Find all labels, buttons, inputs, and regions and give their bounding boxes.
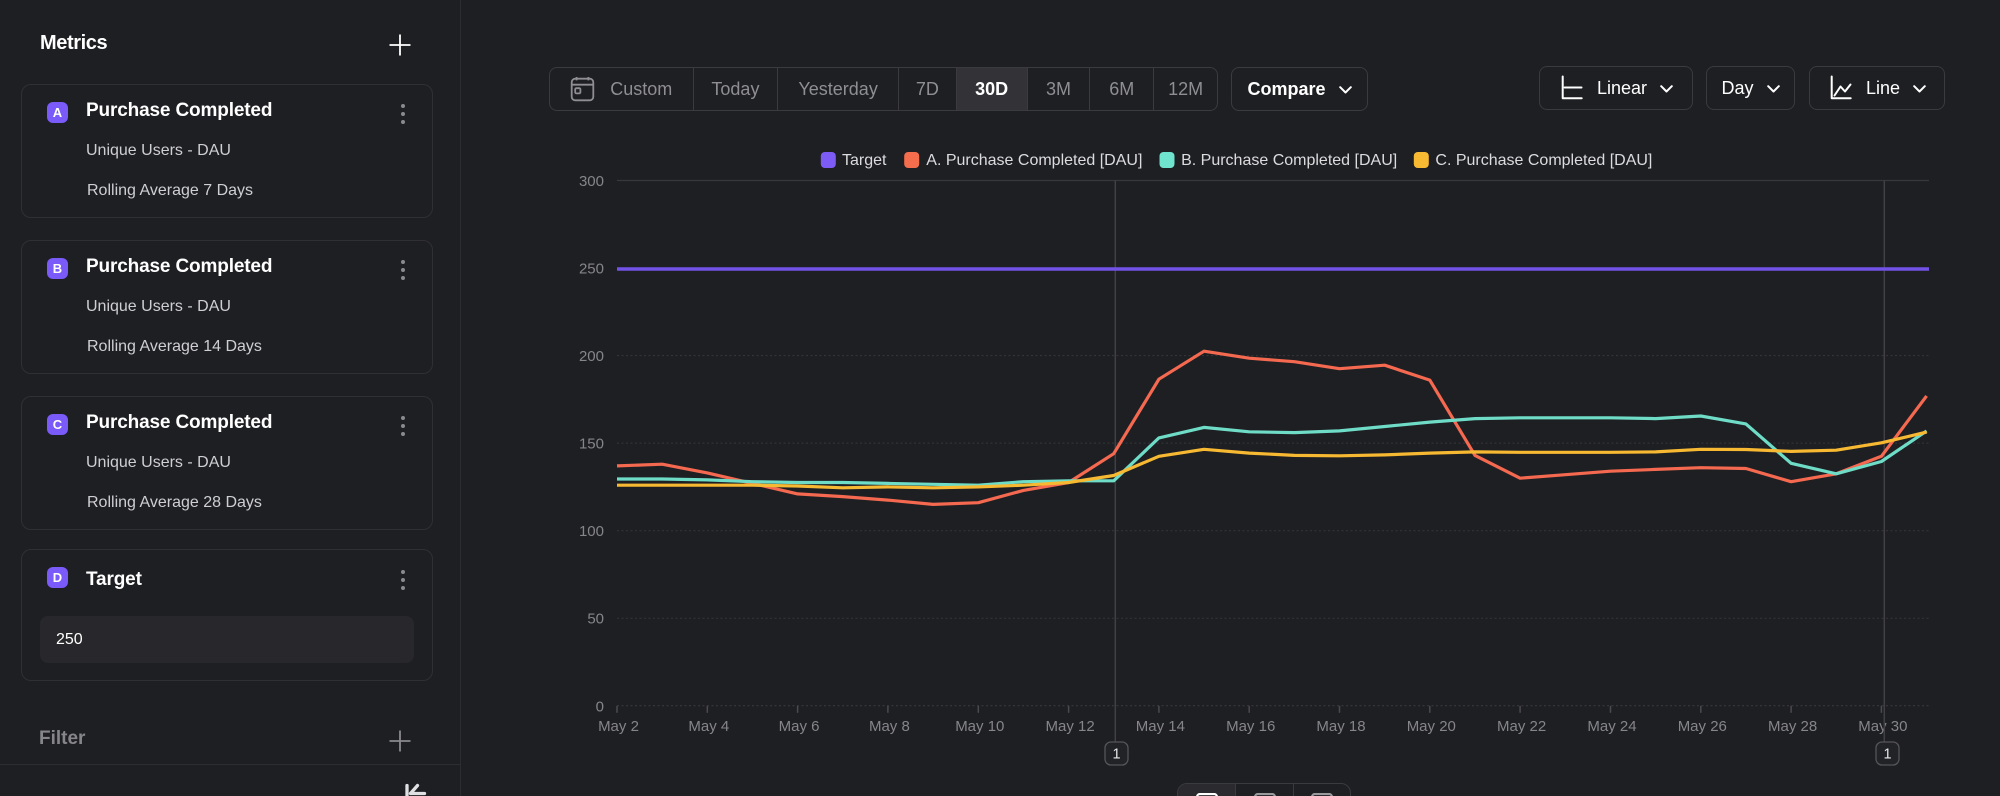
svg-text:May 18: May 18 bbox=[1316, 718, 1365, 735]
svg-text:0: 0 bbox=[596, 698, 604, 715]
svg-text:May 12: May 12 bbox=[1045, 718, 1094, 735]
svg-text:May 2: May 2 bbox=[598, 718, 639, 735]
svg-text:150: 150 bbox=[579, 436, 604, 453]
svg-text:50: 50 bbox=[587, 611, 604, 628]
svg-text:May 6: May 6 bbox=[779, 718, 820, 735]
svg-text:May 4: May 4 bbox=[688, 718, 729, 735]
svg-text:1: 1 bbox=[1112, 747, 1120, 763]
svg-text:C. Purchase Completed [DAU]: C. Purchase Completed [DAU] bbox=[1435, 152, 1652, 169]
svg-text:A. Purchase Completed [DAU]: A. Purchase Completed [DAU] bbox=[926, 152, 1142, 169]
svg-text:May 28: May 28 bbox=[1768, 718, 1817, 735]
svg-text:200: 200 bbox=[579, 348, 604, 365]
svg-text:May 24: May 24 bbox=[1587, 718, 1636, 735]
svg-text:May 14: May 14 bbox=[1136, 718, 1185, 735]
svg-text:May 8: May 8 bbox=[869, 718, 910, 735]
svg-text:300: 300 bbox=[579, 173, 604, 190]
svg-text:May 22: May 22 bbox=[1497, 718, 1546, 735]
svg-text:May 30: May 30 bbox=[1858, 718, 1907, 735]
svg-text:1: 1 bbox=[1883, 747, 1891, 763]
svg-text:May 26: May 26 bbox=[1678, 718, 1727, 735]
svg-text:Target: Target bbox=[842, 152, 887, 169]
svg-text:May 20: May 20 bbox=[1407, 718, 1456, 735]
svg-text:May 16: May 16 bbox=[1226, 718, 1275, 735]
svg-text:100: 100 bbox=[579, 523, 604, 540]
svg-text:250: 250 bbox=[579, 261, 604, 278]
svg-text:May 10: May 10 bbox=[955, 718, 1004, 735]
svg-text:B. Purchase Completed [DAU]: B. Purchase Completed [DAU] bbox=[1181, 152, 1397, 169]
